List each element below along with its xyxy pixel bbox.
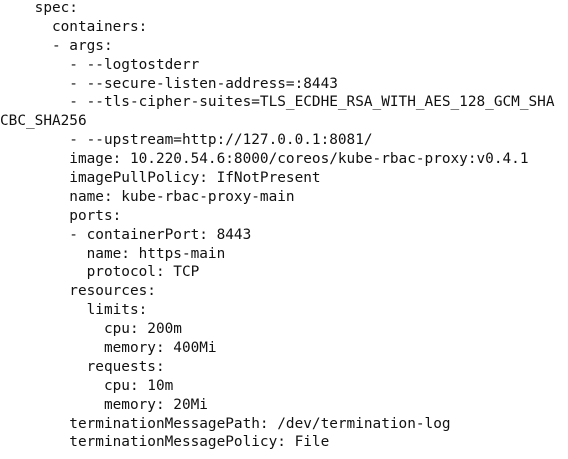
code-line: resources:	[0, 283, 156, 300]
code-line: protocol: TCP	[0, 264, 200, 281]
yaml-code-block: spec: containers: - args: - --logtostder…	[0, 0, 568, 459]
code-line: terminationMessagePolicy: File	[0, 434, 330, 451]
code-line: cpu: 200m	[0, 321, 182, 338]
code-line: terminationMessagePath: /dev/termination…	[0, 415, 451, 432]
code-line: - containerPort: 8443	[0, 226, 252, 243]
code-line: ports:	[0, 207, 122, 224]
code-line: memory: 400Mi	[0, 340, 217, 357]
code-line: cpu: 10m	[0, 377, 174, 394]
code-line: name: https-main	[0, 245, 226, 262]
code-line: image: 10.220.54.6:8000/coreos/kube-rbac…	[0, 151, 529, 168]
code-line: containers:	[0, 18, 148, 35]
code-line: imagePullPolicy: IfNotPresent	[0, 170, 321, 187]
code-line: name: kube-rbac-proxy-main	[0, 188, 295, 205]
code-line: limits:	[0, 302, 148, 319]
code-line: spec:	[0, 0, 78, 16]
code-line: CBC_SHA256	[0, 113, 87, 130]
code-line: - --secure-listen-address=:8443	[0, 75, 338, 92]
code-line: - --logtostderr	[0, 56, 200, 73]
code-line: - args:	[0, 37, 113, 54]
code-line: - --tls-cipher-suites=TLS_ECDHE_RSA_WITH…	[0, 94, 555, 111]
code-line: - --upstream=http://127.0.0.1:8081/	[0, 132, 373, 149]
code-line: requests:	[0, 358, 165, 375]
code-line: memory: 20Mi	[0, 396, 208, 413]
